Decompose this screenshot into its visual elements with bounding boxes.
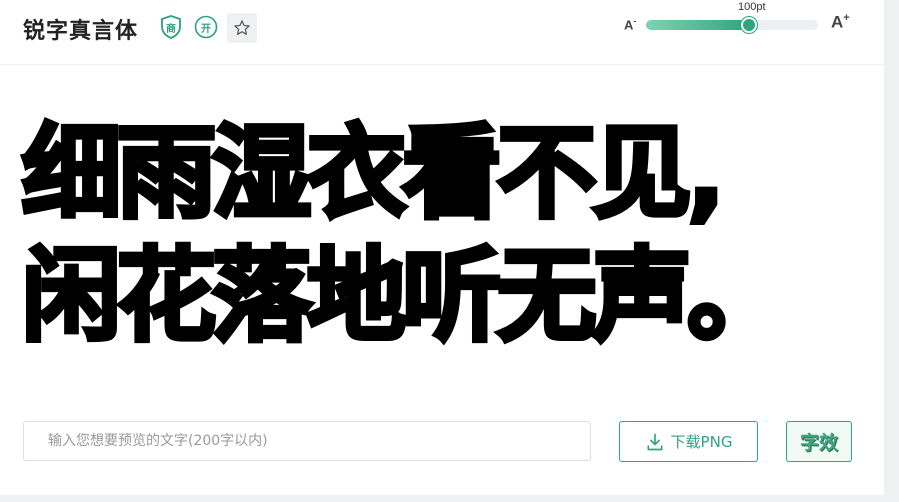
badge-shang-text: 商 xyxy=(166,23,176,35)
font-name-title: 锐字真言体 xyxy=(23,19,139,44)
text-effect-button[interactable]: 字效 xyxy=(786,421,852,462)
font-size-decrease-button[interactable]: A- xyxy=(624,16,636,32)
badge-kai-text: 开 xyxy=(201,23,211,35)
preview-text-input[interactable] xyxy=(23,421,591,461)
preview-line-2: 闲花落地听无声。 xyxy=(20,235,789,358)
font-size-slider[interactable] xyxy=(646,17,818,33)
font-size-increase-button[interactable]: A+ xyxy=(831,12,850,33)
font-preview-card: 锐字真言体 商 开 A- 100pt A+ 细雨湿衣看不见, 闲花落地听无声。 … xyxy=(0,0,884,495)
header-bar: 锐字真言体 商 开 A- 100pt A+ xyxy=(0,0,884,65)
font-size-value: 100pt xyxy=(738,1,766,13)
slider-fill xyxy=(646,20,749,30)
download-label: 下载PNG xyxy=(670,433,733,451)
slider-thumb[interactable] xyxy=(741,17,757,33)
download-icon xyxy=(647,433,663,450)
star-icon xyxy=(234,20,250,35)
font-preview-text: 细雨湿衣看不见, 闲花落地听无声。 xyxy=(20,112,845,358)
favorite-button[interactable] xyxy=(227,13,257,43)
preview-line-1: 细雨湿衣看不见, xyxy=(20,112,728,235)
download-png-button[interactable]: 下载PNG xyxy=(619,421,758,462)
opensource-badge[interactable]: 开 xyxy=(193,14,219,40)
commercial-badge[interactable]: 商 xyxy=(158,14,184,40)
